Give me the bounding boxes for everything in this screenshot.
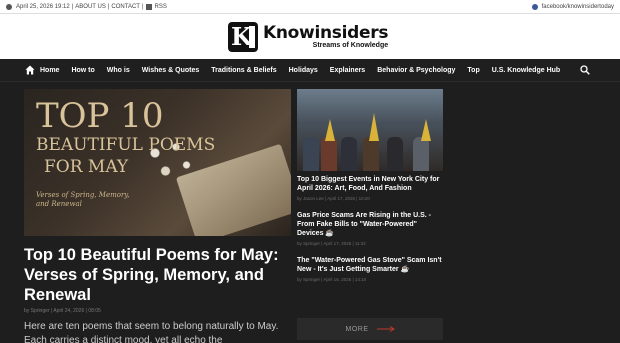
- arrow-right-icon: [376, 326, 395, 332]
- hero-image-title: TOP 10: [36, 96, 164, 136]
- crowd-figure: [387, 137, 403, 171]
- side-article-title[interactable]: The "Water-Powered Gas Stove" Scam Isn't…: [297, 256, 443, 274]
- nav-item-traditions-beliefs[interactable]: Traditions & Beliefs: [211, 67, 276, 74]
- nav-item-behavior-psychology[interactable]: Behavior & Psychology: [377, 67, 455, 74]
- current-date: April 25, 2026 19:12: [16, 3, 70, 10]
- site-header: K Knowinsiders Streams of Knowledge: [0, 13, 620, 59]
- main-nav: Home How to Who is Wishes & Quotes Tradi…: [0, 59, 620, 82]
- top-bar-right: facebook/knowinsidertoday: [531, 3, 614, 10]
- hero-image-subtitle-2: FOR MAY: [44, 157, 129, 177]
- nav-item-who-is[interactable]: Who is: [107, 67, 130, 74]
- crowd-figure: [341, 137, 357, 171]
- search-icon[interactable]: [580, 65, 590, 75]
- decorated-hat: [421, 119, 431, 141]
- nav-item-holidays[interactable]: Holidays: [289, 67, 318, 74]
- rss-icon: [145, 3, 152, 10]
- more-button[interactable]: MORE: [297, 318, 443, 340]
- crowd-figure: [303, 137, 319, 171]
- hero-image-subtitle: BEAUTIFUL POEMS: [36, 135, 216, 155]
- hero-meta: by Springer | April 24, 2026 | 08:05: [24, 308, 101, 314]
- logo-name: Knowinsiders: [263, 23, 389, 43]
- nav-item-explainers[interactable]: Explainers: [330, 67, 365, 74]
- rss-link[interactable]: RSS: [155, 4, 167, 10]
- nav-item-wishes-quotes[interactable]: Wishes & Quotes: [142, 67, 200, 74]
- crowd-figure: [363, 137, 379, 171]
- logo-tagline: Streams of Knowledge: [312, 42, 389, 49]
- hero-title[interactable]: Top 10 Beautiful Poems for May: Verses o…: [24, 245, 291, 305]
- clock-icon: [6, 3, 12, 10]
- facebook-link[interactable]: facebook/knowinsidertoday: [542, 4, 614, 10]
- site-logo[interactable]: K Knowinsiders Streams of Knowledge: [228, 21, 388, 53]
- separator: |: [107, 3, 110, 10]
- hero-image[interactable]: TOP 10 BEAUTIFUL POEMS FOR MAY Verses of…: [24, 89, 291, 236]
- side-article-meta: by Springer | April 16, 2026 | 14:10: [297, 277, 367, 282]
- logo-mark-icon: K: [228, 22, 258, 52]
- nav-item-top[interactable]: Top: [467, 67, 479, 74]
- logo-text: Knowinsiders Streams of Knowledge: [263, 24, 388, 50]
- crowd-figure: [321, 137, 337, 171]
- side-article-title[interactable]: Top 10 Biggest Events in New York City f…: [297, 175, 443, 193]
- list-item[interactable]: The "Water-Powered Gas Stove" Scam Isn't…: [297, 256, 443, 282]
- nav-item-how-to[interactable]: How to: [71, 67, 94, 74]
- facebook-icon: [531, 3, 538, 10]
- list-item[interactable]: Top 10 Biggest Events in New York City f…: [297, 175, 443, 201]
- decorated-hat: [369, 113, 379, 141]
- separator: |: [141, 3, 144, 10]
- side-article-list: Top 10 Biggest Events in New York City f…: [297, 175, 443, 292]
- top-bar: April 25, 2026 19:12 | ABOUT US | CONTAC…: [0, 0, 620, 13]
- list-item[interactable]: Gas Price Scams Are Rising in the U.S. -…: [297, 211, 443, 246]
- hero-excerpt: Here are ten poems that seem to belong n…: [24, 321, 279, 343]
- about-us-link[interactable]: ABOUT US: [75, 4, 106, 10]
- nav-item-us-knowledge-hub[interactable]: U.S. Knowledge Hub: [492, 67, 560, 74]
- home-icon[interactable]: [25, 65, 35, 75]
- side-article-title[interactable]: Gas Price Scams Are Rising in the U.S. -…: [297, 211, 443, 238]
- contact-link[interactable]: CONTACT: [111, 4, 140, 10]
- separator: |: [71, 3, 74, 10]
- decorated-hat: [325, 119, 335, 141]
- nav-item-home[interactable]: Home: [40, 67, 59, 74]
- side-article-meta: by Jason Lee | April 17, 2026 | 10:20: [297, 196, 370, 201]
- hero-image-caption: Verses of Spring, Memory, and Renewal: [36, 191, 130, 208]
- crowd-figure: [413, 137, 429, 171]
- top-bar-left: April 25, 2026 19:12 | ABOUT US | CONTAC…: [6, 3, 167, 10]
- nav-items: Home How to Who is Wishes & Quotes Tradi…: [40, 67, 572, 74]
- side-feature-image[interactable]: [297, 89, 443, 171]
- more-label: MORE: [345, 325, 369, 333]
- side-article-meta: by Springer | April 17, 2026 | 11:32: [297, 241, 366, 246]
